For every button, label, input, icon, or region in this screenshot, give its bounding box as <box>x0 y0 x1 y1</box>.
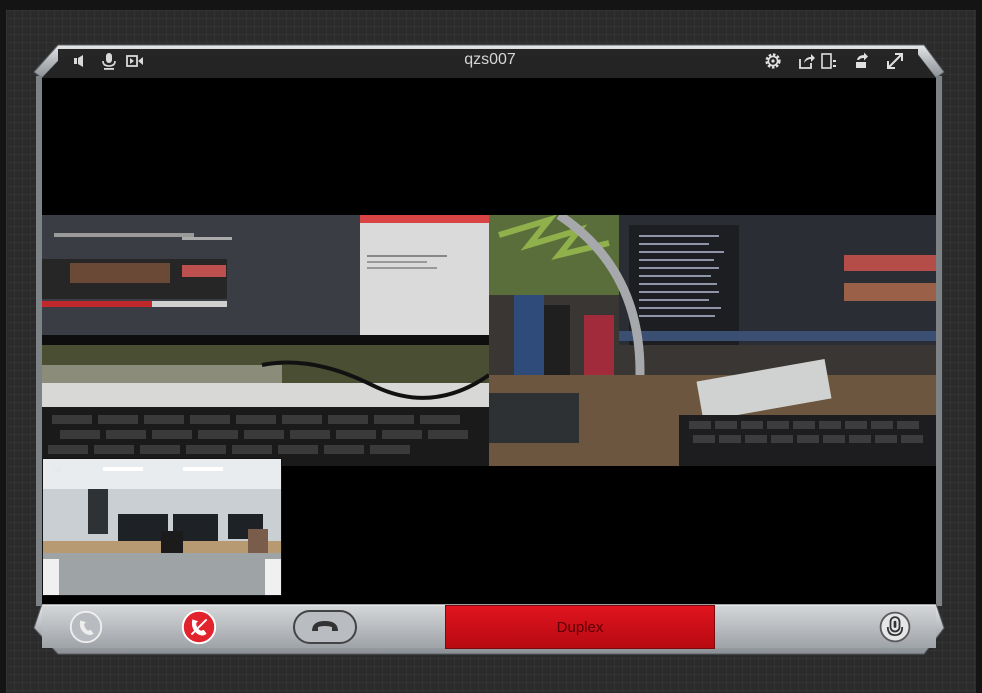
layout-split-icon[interactable] <box>818 50 840 72</box>
hang-up-icon[interactable] <box>179 607 219 647</box>
remote-video-right[interactable] <box>489 215 936 466</box>
duplex-button[interactable]: Duplex <box>445 605 715 649</box>
answer-call-icon[interactable] <box>66 607 106 647</box>
video-area <box>42 78 936 604</box>
minimize-arrow-icon[interactable] <box>44 458 68 478</box>
push-to-talk-mic-icon[interactable] <box>876 608 914 646</box>
control-bar: Duplex <box>42 604 936 650</box>
rotate-icon[interactable] <box>850 50 872 72</box>
share-screen-icon[interactable] <box>796 50 818 72</box>
top-bar: qzs007 <box>44 48 936 76</box>
remote-video-left[interactable] <box>42 215 489 466</box>
handset-hold-icon[interactable] <box>292 609 358 645</box>
settings-gear-icon[interactable] <box>762 50 784 72</box>
fullscreen-icon[interactable] <box>884 50 906 72</box>
local-preview-video[interactable] <box>42 458 282 596</box>
